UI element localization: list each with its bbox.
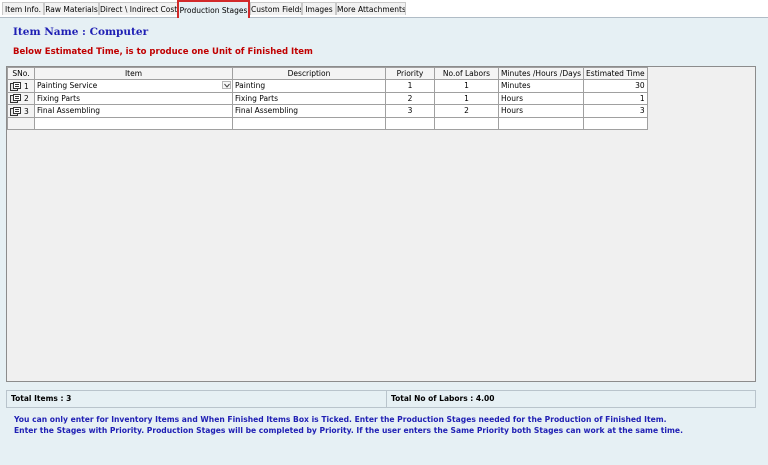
- item-cell[interactable]: Final Assembling: [34, 104, 233, 118]
- new-entry-row[interactable]: [7, 116, 648, 130]
- priority-cell[interactable]: 2: [385, 91, 435, 105]
- item-value: Painting Service: [37, 81, 98, 91]
- tab-direct-indirect-cost[interactable]: Direct \ Indirect Cost: [99, 2, 178, 15]
- column-header-description[interactable]: Description: [232, 67, 386, 80]
- totals-divider: [386, 391, 387, 407]
- item-cell[interactable]: [34, 116, 233, 130]
- description-cell[interactable]: Fixing Parts: [232, 91, 386, 105]
- time-unit-cell[interactable]: Hours: [497, 91, 585, 105]
- labors-cell[interactable]: [434, 116, 499, 130]
- estimated-time-cell[interactable]: 1: [583, 91, 648, 105]
- column-header-estimated-time[interactable]: Estimated Time: [583, 67, 648, 80]
- tab-production-stages[interactable]: Production Stages: [177, 0, 250, 18]
- priority-cell[interactable]: 3: [385, 104, 435, 118]
- description-cell[interactable]: Final Assembling: [232, 104, 386, 118]
- row-number: 1: [24, 81, 29, 91]
- item-name-heading: Item Name : Computer: [13, 26, 149, 38]
- estimate-note: Below Estimated Time, is to produce one …: [13, 47, 313, 57]
- table-row[interactable]: 3 Final Assembling Final Assembling 3 2 …: [7, 104, 648, 118]
- totals-bar: Total Items : 3 Total No of Labors : 4.0…: [6, 390, 756, 408]
- record-edit-icon: [10, 81, 21, 91]
- total-items: Total Items : 3: [11, 394, 72, 403]
- priority-cell[interactable]: [385, 116, 435, 130]
- row-selector[interactable]: 3: [7, 104, 35, 118]
- tab-item-info[interactable]: Item Info.: [2, 2, 44, 15]
- table-row[interactable]: 2 Fixing Parts Fixing Parts 2 1 Hours 1: [7, 91, 648, 105]
- tab-strip: Item Info. Raw Materials Direct \ Indire…: [0, 0, 768, 18]
- row-selector[interactable]: 1: [7, 79, 35, 93]
- record-edit-icon: [10, 106, 21, 116]
- description-cell[interactable]: [232, 116, 386, 130]
- total-labors: Total No of Labors : 4.00: [391, 394, 495, 403]
- chevron-down-icon: [224, 83, 230, 88]
- time-unit-cell[interactable]: Minutes: [497, 79, 585, 93]
- column-header-time-unit[interactable]: Minutes /Hours /Days: [497, 67, 585, 80]
- row-number: 3: [24, 106, 29, 116]
- estimated-time-cell[interactable]: 3: [583, 104, 648, 118]
- estimated-time-cell[interactable]: 30: [583, 79, 648, 93]
- row-selector[interactable]: 2: [7, 91, 35, 105]
- labors-cell[interactable]: 1: [434, 91, 499, 105]
- priority-cell[interactable]: 1: [385, 79, 435, 93]
- time-unit-cell[interactable]: Hours: [497, 104, 585, 118]
- info-line-2: Enter the Stages with Priority. Producti…: [14, 426, 683, 435]
- item-dropdown-button[interactable]: [222, 81, 231, 89]
- estimated-time-cell[interactable]: [583, 116, 648, 130]
- column-header-item[interactable]: Item: [34, 67, 233, 80]
- info-line-1: You can only enter for Inventory Items a…: [14, 415, 667, 424]
- production-stages-panel: Item Name : Computer Below Estimated Tim…: [0, 17, 768, 465]
- tab-custom-fields[interactable]: Custom Fields: [250, 2, 302, 15]
- column-header-sno[interactable]: SNo.: [7, 67, 35, 80]
- column-header-priority[interactable]: Priority: [385, 67, 435, 80]
- column-header-labors[interactable]: No.of Labors: [434, 67, 499, 80]
- description-cell[interactable]: Painting: [232, 79, 386, 93]
- tab-raw-materials[interactable]: Raw Materials: [44, 2, 99, 15]
- tab-more-attachments[interactable]: More Attachments: [336, 2, 406, 15]
- table-row[interactable]: 1 Painting Service Painting 1 1 Minutes …: [7, 79, 648, 93]
- item-cell[interactable]: Painting Service: [34, 79, 233, 93]
- record-edit-icon: [10, 94, 21, 103]
- item-cell[interactable]: Fixing Parts: [34, 91, 233, 105]
- row-selector[interactable]: [7, 116, 35, 130]
- labors-cell[interactable]: 2: [434, 104, 499, 118]
- time-unit-cell[interactable]: [497, 116, 585, 130]
- labors-cell[interactable]: 1: [434, 79, 499, 93]
- tab-images[interactable]: Images: [302, 2, 336, 15]
- production-stages-grid[interactable]: SNo. Item Description Priority No.of Lab…: [6, 66, 756, 382]
- stages-table: SNo. Item Description Priority No.of Lab…: [7, 67, 648, 130]
- row-number: 2: [24, 94, 29, 103]
- table-header-row: SNo. Item Description Priority No.of Lab…: [7, 67, 648, 80]
